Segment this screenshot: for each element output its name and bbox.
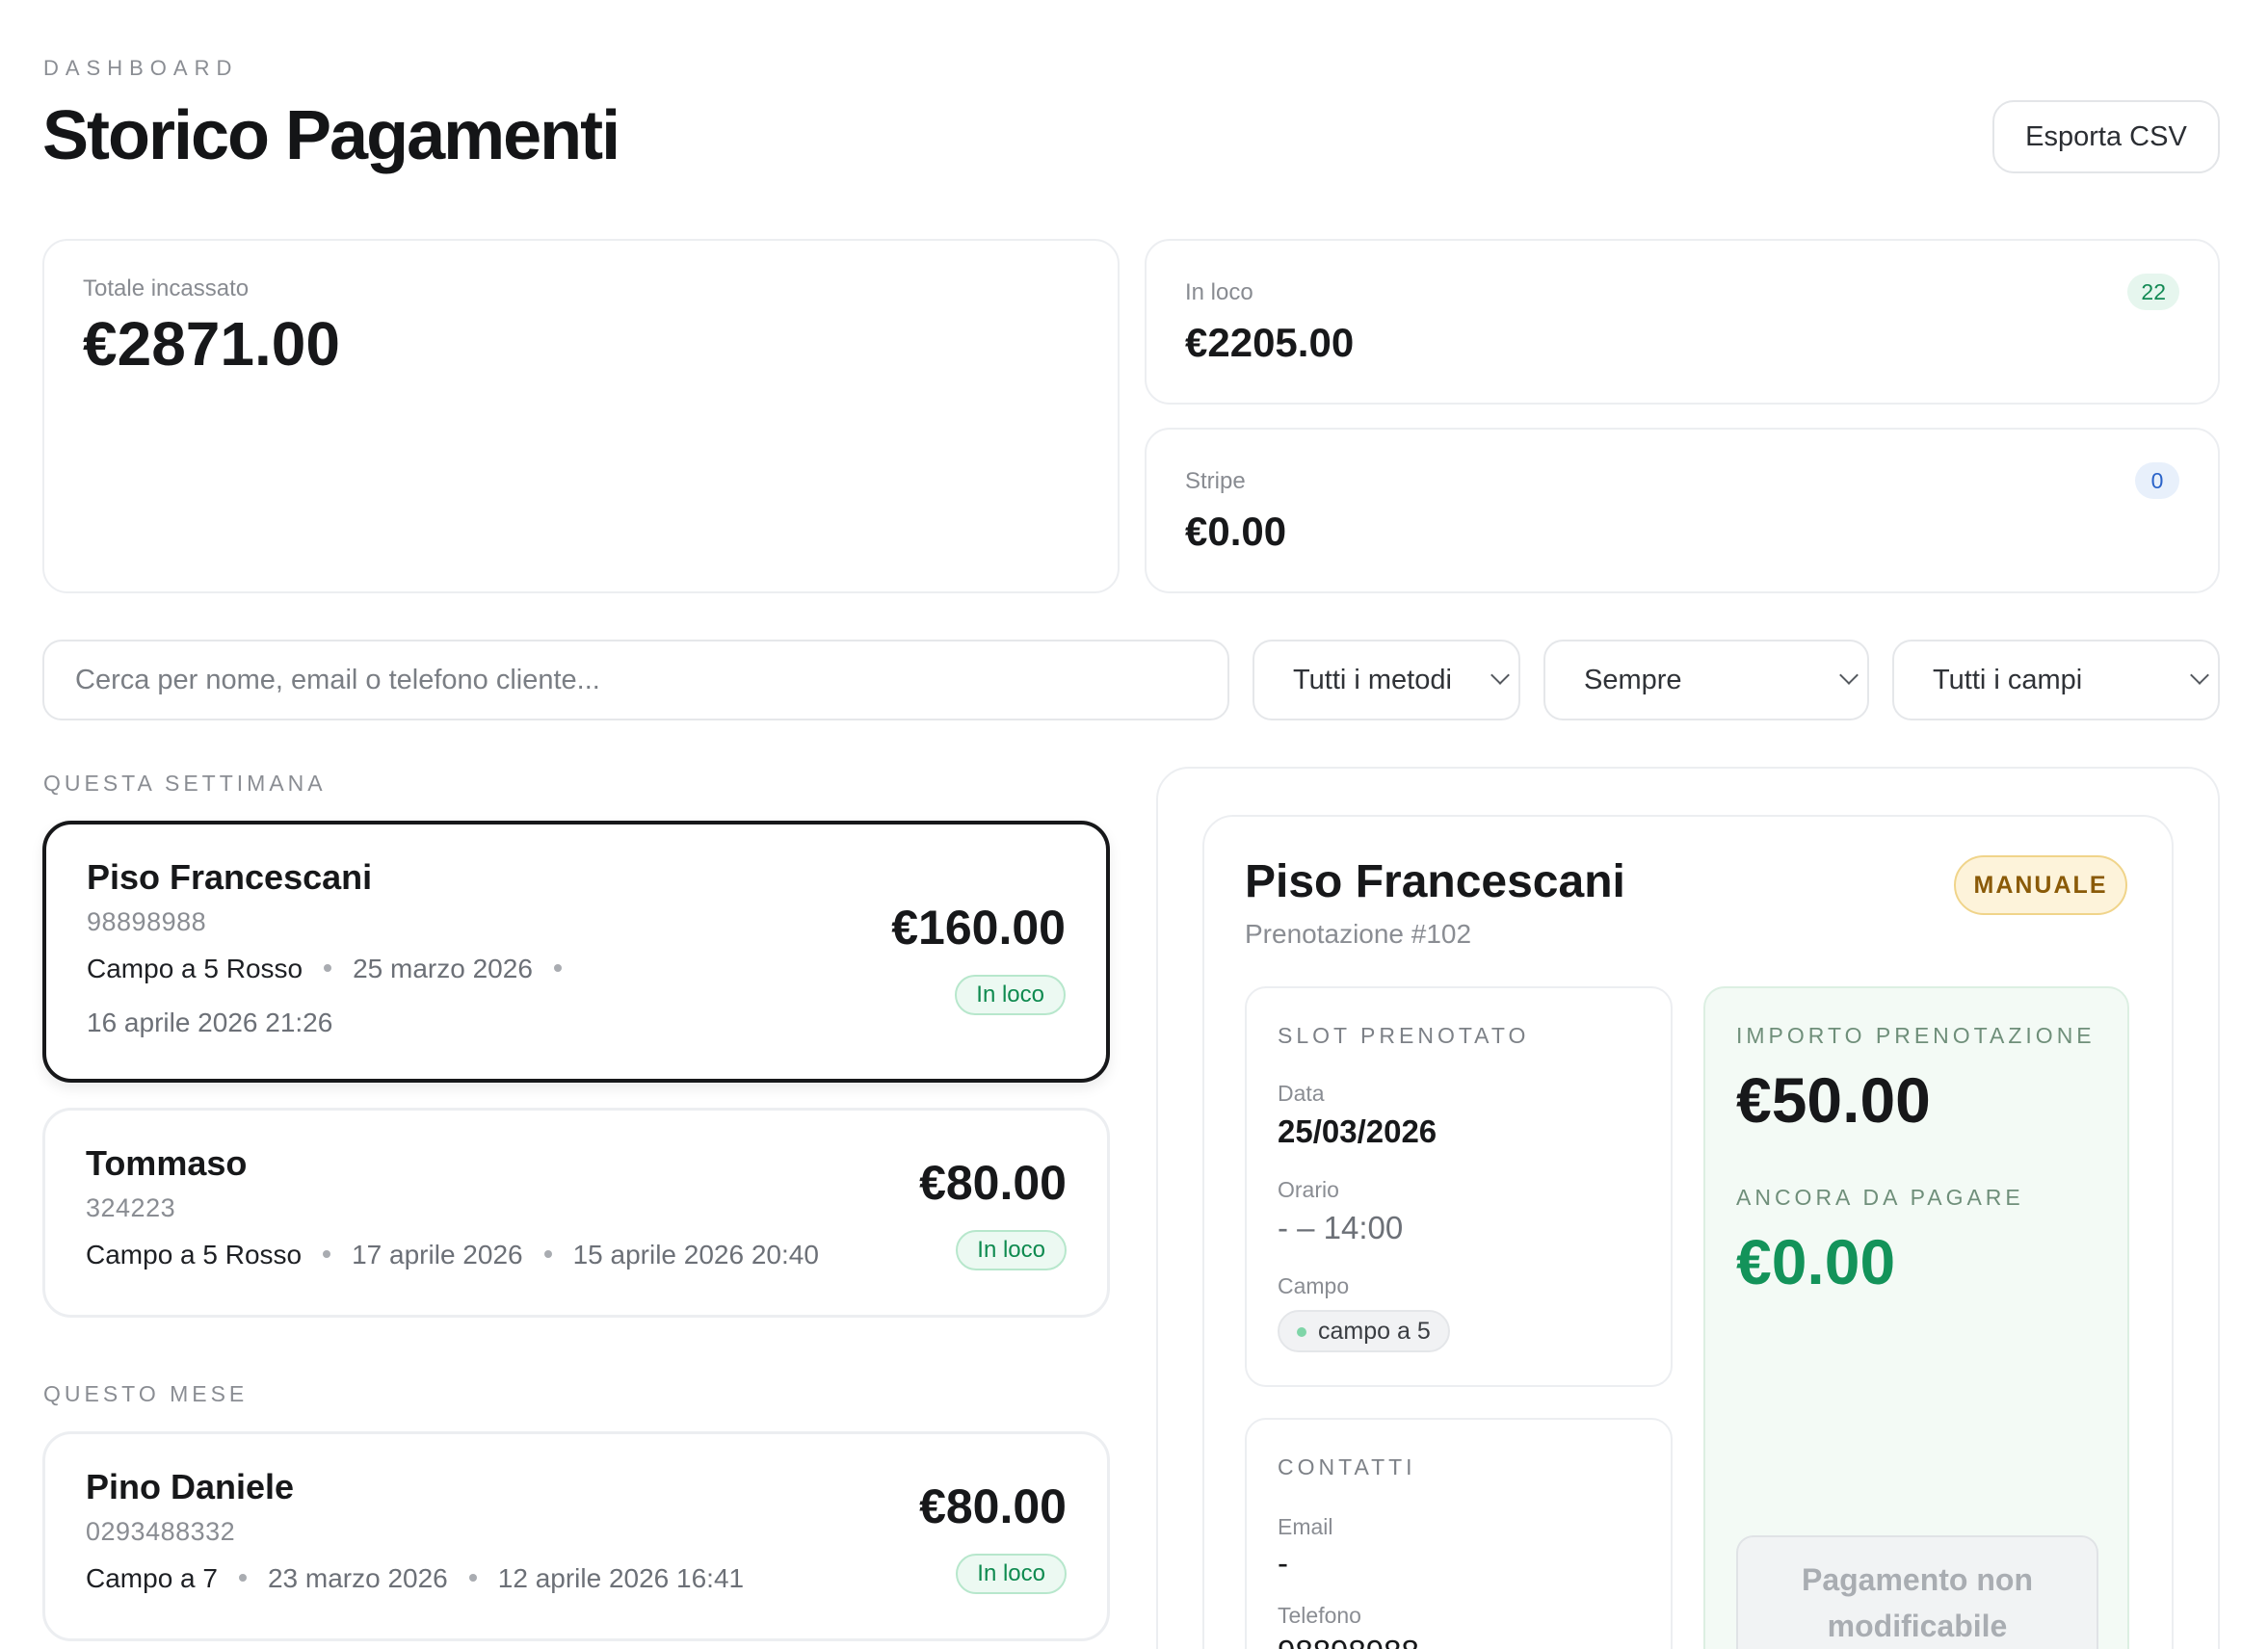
separator-dot	[468, 1574, 477, 1583]
section-this-week: QUESTA SETTIMANA	[43, 771, 327, 796]
amount-due-value: €0.00	[1736, 1226, 1896, 1297]
period-select-value: Sempre	[1584, 664, 1682, 695]
breadcrumb: DASHBOARD	[43, 56, 239, 80]
booked-slot-box: SLOT PRENOTATO Data 25/03/2026 Orario - …	[1245, 986, 1673, 1387]
payment-amount: €80.00	[919, 1479, 1067, 1533]
contacts-title: CONTATTI	[1278, 1454, 1416, 1479]
field-chip: campo a 5	[1278, 1310, 1450, 1352]
separator-dot	[324, 964, 332, 973]
in-loco-card: In loco €2205.00 22	[1145, 239, 2220, 405]
chevron-down-icon	[1490, 666, 1510, 685]
phone-label: Telefono	[1278, 1603, 1361, 1628]
payment-type-badge: MANUALE	[1954, 855, 2127, 915]
period-select[interactable]: Sempre	[1543, 640, 1869, 720]
booking-date: 17 aprile 2026	[352, 1240, 523, 1269]
stripe-label: Stripe	[1185, 468, 1246, 494]
payment-created: 12 aprile 2026 16:41	[497, 1563, 745, 1593]
customer-phone: 98898988	[87, 907, 207, 936]
payment-card[interactable]: Tommaso 324223 Campo a 5 Rosso 17 aprile …	[42, 1108, 1110, 1318]
page-title: Storico Pagamenti	[42, 97, 620, 174]
payment-method-badge: In loco	[956, 1230, 1067, 1270]
booking-date: 23 marzo 2026	[267, 1563, 448, 1593]
booking-amount-value: €50.00	[1736, 1064, 1931, 1136]
in-loco-count-badge: 22	[2127, 274, 2179, 310]
export-csv-button[interactable]: Esporta CSV	[1992, 100, 2220, 173]
payment-locked-button[interactable]: Pagamento non modificabile	[1736, 1535, 2098, 1649]
separator-dot	[553, 964, 562, 973]
chevron-down-icon	[2190, 666, 2209, 685]
payment-meta: Campo a 5 Rosso 17 aprile 2026 15 aprile 2…	[86, 1228, 819, 1282]
slot-date-value: 25/03/2026	[1278, 1113, 1437, 1149]
method-select[interactable]: Tutti i metodi	[1253, 640, 1520, 720]
separator-dot	[543, 1250, 552, 1259]
field-select[interactable]: Tutti i campi	[1892, 640, 2220, 720]
payment-created: 15 aprile 2026 20:40	[572, 1240, 819, 1269]
payment-method-badge: In loco	[955, 975, 1066, 1015]
booking-date: 25 marzo 2026	[353, 954, 533, 983]
slot-time-label: Orario	[1278, 1177, 1339, 1202]
customer-phone: 324223	[86, 1193, 176, 1222]
payment-card[interactable]: Piso Francescani 98898988 Campo a 5 Ross…	[42, 821, 1110, 1083]
booking-amount-label: IMPORTO PRENOTAZIONE	[1736, 1023, 2096, 1048]
slot-date-label: Data	[1278, 1081, 1325, 1106]
payment-created: 16 aprile 2026 21:26	[87, 1008, 333, 1037]
total-collected-card: Totale incassato €2871.00	[42, 239, 1120, 593]
chevron-down-icon	[1839, 666, 1859, 685]
payment-meta: Campo a 7 23 marzo 2026 12 aprile 2026 16:…	[86, 1552, 744, 1606]
contacts-box: CONTATTI Email - Telefono 98898988	[1245, 1418, 1673, 1649]
customer-name: Pino Daniele	[86, 1467, 295, 1506]
customer-phone: 0293488332	[86, 1517, 236, 1546]
field-name: Campo a 5 Rosso	[87, 954, 303, 983]
separator-dot	[238, 1574, 247, 1583]
phone-value: 98898988	[1278, 1634, 1419, 1649]
status-dot-icon	[1297, 1327, 1306, 1337]
email-value: -	[1278, 1545, 1288, 1581]
detail-customer-name: Piso Francescani	[1245, 856, 1625, 907]
method-select-value: Tutti i metodi	[1293, 664, 1452, 695]
payment-method-badge: In loco	[956, 1554, 1067, 1594]
detail-booking-id: Prenotazione #102	[1245, 919, 1472, 949]
total-collected-value: €2871.00	[83, 309, 340, 379]
section-this-month: QUESTO MESE	[43, 1381, 249, 1406]
field-name: Campo a 7	[86, 1563, 218, 1593]
slot-time-value: - – 14:00	[1278, 1210, 1404, 1245]
payment-amount: €160.00	[891, 901, 1066, 955]
slot-field-label: Campo	[1278, 1273, 1350, 1298]
slot-title: SLOT PRENOTATO	[1278, 1023, 1530, 1048]
field-select-value: Tutti i campi	[1933, 664, 2083, 695]
customer-name: Piso Francescani	[87, 857, 373, 897]
payment-amount: €80.00	[919, 1156, 1067, 1210]
in-loco-value: €2205.00	[1185, 320, 1355, 365]
customer-name: Tommaso	[86, 1143, 248, 1183]
stripe-count-badge: 0	[2135, 462, 2179, 499]
stripe-card: Stripe €0.00 0	[1145, 428, 2220, 593]
separator-dot	[323, 1250, 331, 1259]
in-loco-label: In loco	[1185, 279, 1253, 305]
payment-card[interactable]: Pino Daniele 0293488332 Campo a 7 23 marz…	[42, 1431, 1110, 1641]
booking-amount-box: IMPORTO PRENOTAZIONE €50.00 ANCORA DA PA…	[1703, 986, 2129, 1649]
total-collected-label: Totale incassato	[83, 275, 250, 301]
amount-due-label: ANCORA DA PAGARE	[1736, 1185, 2024, 1210]
search-input[interactable]: Cerca per nome, email o telefono cliente…	[42, 640, 1229, 720]
field-name: Campo a 5 Rosso	[86, 1240, 303, 1269]
stripe-value: €0.00	[1185, 509, 1287, 554]
field-chip-label: campo a 5	[1318, 1317, 1431, 1345]
payment-meta: Campo a 5 Rosso 25 marzo 2026 16 aprile 20…	[87, 942, 665, 1050]
email-label: Email	[1278, 1514, 1333, 1539]
